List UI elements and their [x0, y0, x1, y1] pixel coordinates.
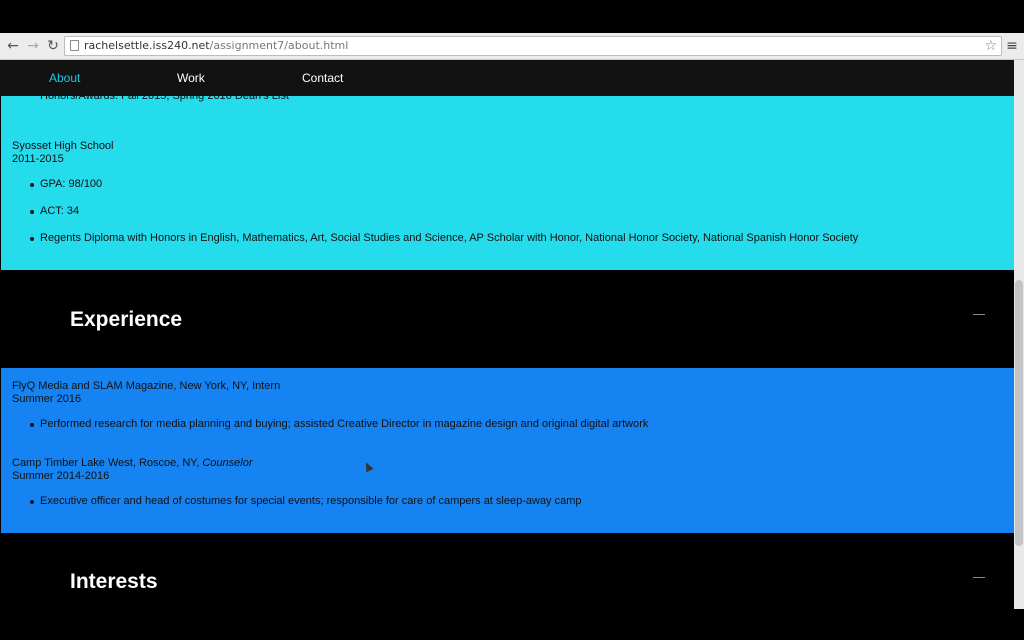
scrollbar-track[interactable] — [1014, 60, 1024, 609]
url-host: rachelsettle.iss240.net — [84, 39, 210, 52]
experience-collapse-icon[interactable] — [973, 314, 985, 315]
address-bar[interactable]: rachelsettle.iss240.net/assignment7/abou… — [64, 36, 1002, 56]
interests-heading: Interests — [70, 570, 158, 593]
interests-collapse-icon[interactable] — [973, 577, 985, 578]
job-detail-camp: Executive officer and head of costumes f… — [40, 495, 582, 507]
school-years: 2011-2015 — [12, 153, 64, 165]
letterbox-bottom — [0, 609, 1024, 640]
site-nav: About Work Contact — [0, 60, 1014, 96]
job-dates-flyq: Summer 2016 — [12, 393, 82, 405]
scrollbar-thumb[interactable] — [1015, 280, 1023, 546]
url-text[interactable]: rachelsettle.iss240.net/assignment7/abou… — [84, 39, 348, 53]
education-section: Honors/Awards: Fall 2015, Spring 2016 De… — [1, 84, 1014, 270]
nav-about[interactable]: About — [49, 71, 80, 85]
browser-menu-icon[interactable]: ≡ — [1004, 37, 1020, 55]
list-item-gpa: GPA: 98/100 — [40, 178, 103, 190]
job-title-camp: Camp Timber Lake West, Roscoe, NY, Couns… — [12, 457, 252, 470]
back-icon[interactable]: ← — [4, 37, 22, 55]
forward-icon[interactable]: → — [24, 37, 42, 55]
nav-contact[interactable]: Contact — [302, 71, 343, 85]
bullet — [30, 423, 34, 427]
url-path: /assignment7/about.html — [209, 39, 349, 52]
browser-toolbar: ← → ↻ rachelsettle.iss240.net/assignment… — [0, 33, 1024, 60]
job-detail-flyq: Performed research for media planning an… — [40, 418, 649, 430]
school-name: Syosset High School — [12, 140, 114, 152]
page-viewport[interactable]: Honors/Awards: Fall 2015, Spring 2016 De… — [0, 60, 1024, 609]
letterbox-top — [0, 0, 1024, 33]
job-role-camp: Counselor — [202, 457, 253, 469]
nav-work[interactable]: Work — [177, 71, 205, 85]
experience-heading: Experience — [70, 308, 183, 331]
job-org-camp: Camp Timber Lake West, Roscoe, NY, — [12, 457, 203, 469]
job-title-flyq: FlyQ Media and SLAM Magazine, New York, … — [12, 380, 281, 392]
list-item-diploma: Regents Diploma with Honors in English, … — [40, 232, 859, 244]
bullet — [30, 210, 34, 214]
experience-section: FlyQ Media and SLAM Magazine, New York, … — [1, 368, 1014, 533]
page-icon — [70, 40, 79, 51]
bullet — [30, 237, 34, 241]
list-item-act: ACT: 34 — [40, 205, 80, 217]
bookmark-star-icon[interactable]: ☆ — [984, 37, 997, 55]
bullet — [30, 183, 34, 187]
job-dates-camp: Summer 2014-2016 — [12, 470, 110, 482]
bullet — [30, 500, 34, 504]
reload-icon[interactable]: ↻ — [44, 37, 62, 55]
